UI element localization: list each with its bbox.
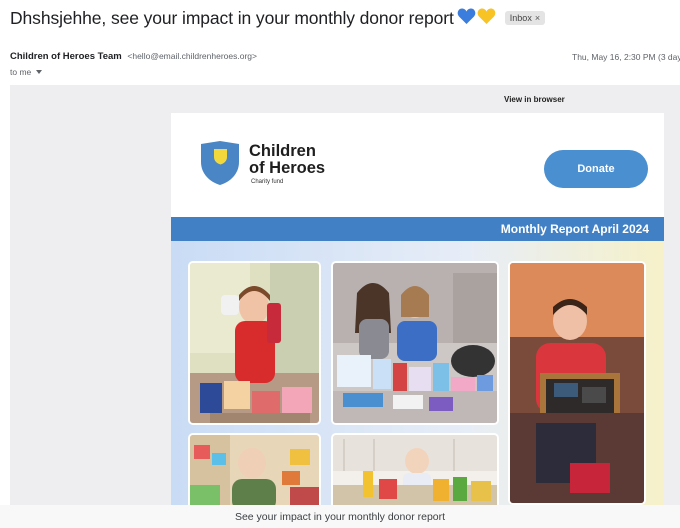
photo-boy-with-gifts[interactable] xyxy=(188,261,321,425)
sender-row: Children of Heroes Team <hello@email.chi… xyxy=(10,51,257,62)
heart-emoji-icon xyxy=(457,7,497,30)
email-subject-row: Dhshsjehhe, see your impact in your mont… xyxy=(10,5,546,31)
report-title: Monthly Report April 2024 xyxy=(500,222,649,236)
sender-email: <hello@email.childrenheroes.org> xyxy=(127,51,257,61)
recipient-dropdown[interactable]: to me xyxy=(10,67,43,77)
preview-text-banner: See your impact in your monthly donor re… xyxy=(0,505,680,528)
view-in-browser-link[interactable]: View in browser xyxy=(504,95,565,104)
preview-text: See your impact in your monthly donor re… xyxy=(234,510,446,523)
email-subject: Dhshsjehhe, see your impact in your mont… xyxy=(10,7,454,28)
photo-collage xyxy=(171,241,664,505)
email-date: Thu, May 16, 2:30 PM (3 days xyxy=(572,52,680,62)
newsletter-card: Children of Heroes Charity fund Donate M… xyxy=(171,113,664,505)
inbox-label-badge[interactable]: Inbox × xyxy=(504,11,546,25)
sender-name[interactable]: Children of Heroes Team xyxy=(10,51,122,62)
report-title-bar: Monthly Report April 2024 xyxy=(171,217,664,241)
photo-boy-with-box[interactable] xyxy=(508,261,646,505)
inbox-label-text: Inbox xyxy=(509,13,532,23)
remove-label-icon[interactable]: × xyxy=(535,13,540,23)
shield-logo-icon xyxy=(199,140,241,191)
chevron-down-icon[interactable] xyxy=(36,70,43,74)
logo-wordmark: Children of Heroes xyxy=(249,143,325,177)
donate-button[interactable]: Donate xyxy=(544,150,648,188)
photo-toddler-with-toys[interactable] xyxy=(188,433,321,505)
photo-baby-with-groceries[interactable] xyxy=(331,433,499,505)
logo-line-1: Children xyxy=(249,142,316,160)
logo-line-2: of Heroes xyxy=(249,159,326,177)
photo-girls-with-supplies[interactable] xyxy=(331,261,499,425)
recipient-label: to me xyxy=(10,67,32,77)
logo-subtitle: Charity fund xyxy=(251,179,284,185)
